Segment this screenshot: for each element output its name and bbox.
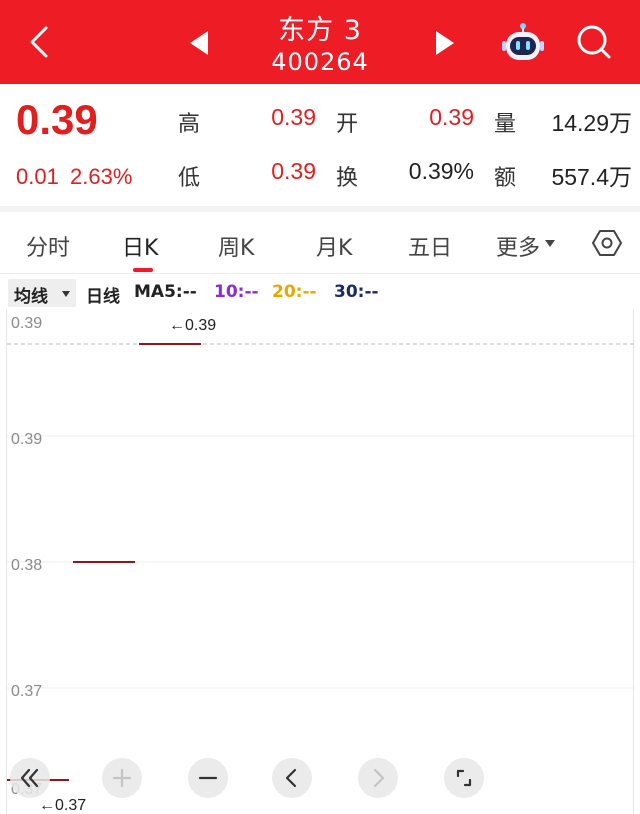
search-icon [577, 25, 611, 59]
double-chevron-left-icon [20, 768, 39, 788]
scroll-to-start-button[interactable] [10, 758, 50, 798]
y-axis-tick-label: 0.39 [11, 315, 42, 332]
next-stock-button[interactable] [432, 28, 458, 58]
indicator-select[interactable]: 均线 [8, 279, 76, 307]
scroll-left-button[interactable] [272, 758, 312, 798]
amount-value: 557.4万 [551, 164, 632, 190]
high-label: 高 [178, 112, 201, 137]
tab-weekly-k[interactable]: 周K [218, 230, 254, 262]
caret-down-icon [545, 240, 555, 247]
indicator-select-label: 均线 [14, 287, 48, 307]
y-axis-tick-label: 0.39 [11, 431, 42, 448]
price-change-percent: 2.63% [70, 164, 133, 189]
candle-bar [73, 561, 135, 563]
amount-label: 额 [494, 166, 517, 191]
chevron-right-icon [373, 768, 385, 788]
active-tab-indicator [133, 268, 153, 272]
high-price-marker: ←0.39 [169, 317, 216, 334]
y-axis-tick-label: 0.37 [11, 683, 42, 700]
low-value: 0.39 [271, 158, 316, 184]
period-tabs: 分时 日K 周K 月K 五日 更多 [0, 212, 640, 274]
kline-chart-svg: 0.390.390.380.370.37←0.39←0.37 [7, 315, 635, 814]
scroll-right-button[interactable] [358, 758, 398, 798]
low-price-marker: ←0.37 [39, 797, 86, 814]
triangle-right-icon [436, 31, 454, 55]
robot-assistant-button[interactable] [500, 22, 546, 64]
ma20-value: 20:-- [272, 282, 317, 302]
fullscreen-icon [456, 769, 472, 787]
open-label: 开 [336, 112, 359, 137]
turnover-value: 0.39% [408, 158, 474, 184]
minus-icon [198, 776, 218, 780]
candle-bar [139, 343, 201, 345]
tab-more[interactable]: 更多 [496, 230, 540, 262]
ma30-value: 30:-- [334, 282, 379, 302]
app-root: 东方 3 400264 0.39 0.01 2.63% 高 0.39 开 0.3… [0, 0, 640, 814]
triangle-left-icon [190, 31, 208, 55]
volume-value: 14.29万 [551, 110, 632, 136]
zoom-out-button[interactable] [188, 758, 228, 798]
fullscreen-button[interactable] [444, 758, 484, 798]
chevron-left-icon [285, 768, 297, 788]
dropdown-arrow-icon [62, 291, 70, 297]
back-button[interactable] [22, 22, 58, 62]
high-value: 0.39 [271, 104, 316, 130]
ma5-value: MA5:-- [134, 282, 197, 302]
turnover-label: 换 [336, 166, 359, 191]
tab-daily-k[interactable]: 日K [122, 230, 158, 262]
tab-five-day[interactable]: 五日 [408, 230, 452, 262]
chevron-left-icon [30, 26, 48, 58]
robot-icon [502, 23, 544, 60]
stock-code: 400264 [271, 48, 369, 76]
current-price: 0.39 [16, 96, 98, 143]
quote-panel: 0.39 0.01 2.63% 高 0.39 开 0.39 量 14.29万 低… [0, 84, 640, 208]
open-value: 0.39 [429, 104, 474, 130]
y-axis-tick-label: 0.38 [11, 557, 42, 574]
moving-average-row: 均线 日线 MA5:-- 10:-- 20:-- 30:-- [0, 276, 640, 310]
volume-label: 量 [494, 112, 517, 137]
zoom-in-button[interactable] [102, 758, 142, 798]
kline-chart[interactable]: 0.390.390.380.370.37←0.39←0.37 [6, 310, 635, 814]
tab-intraday[interactable]: 分时 [26, 230, 70, 262]
previous-stock-button[interactable] [186, 28, 212, 58]
low-label: 低 [178, 166, 201, 191]
stock-name: 东方 3 [278, 15, 362, 46]
top-header: 东方 3 400264 [0, 0, 640, 84]
line-type-label: 日线 [86, 287, 120, 307]
tab-monthly-k[interactable]: 月K [316, 230, 352, 262]
search-button[interactable] [574, 22, 614, 62]
chart-settings-button[interactable] [592, 228, 622, 258]
price-change: 0.01 [16, 164, 59, 189]
plus-icon [112, 768, 132, 788]
ma10-value: 10:-- [214, 282, 259, 302]
hexagon-settings-icon [592, 230, 622, 256]
